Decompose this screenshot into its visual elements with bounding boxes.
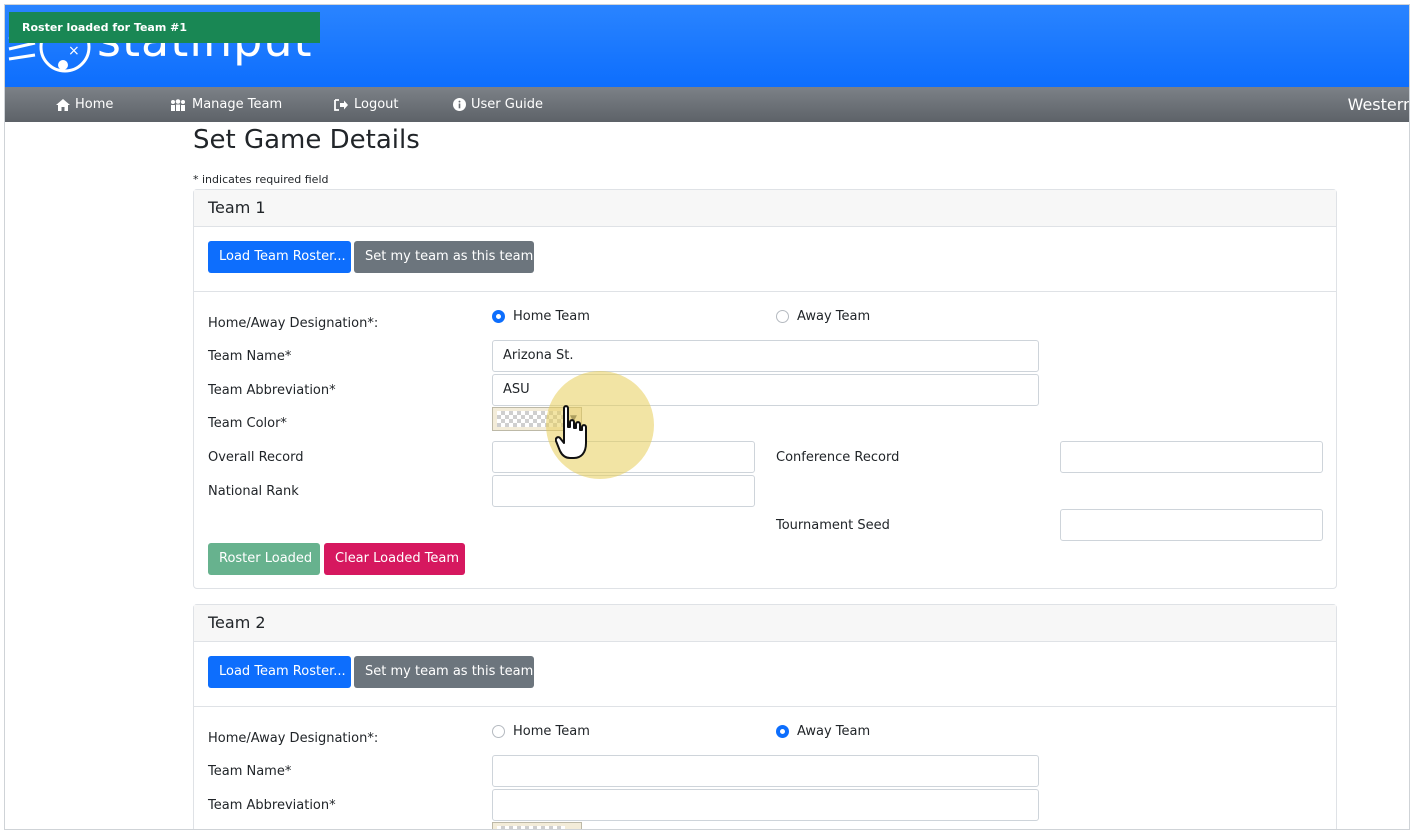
radio-unselected-icon <box>492 725 505 738</box>
team2-abbr-label: Team Abbreviation* <box>208 798 336 813</box>
home-icon <box>56 98 70 111</box>
team1-conference-label: Conference Record <box>776 450 900 465</box>
org-name: Western University <box>1347 95 1410 114</box>
team1-home-away-label: Home/Away Designation*: <box>208 316 379 331</box>
team2-team-name-label: Team Name* <box>208 764 292 779</box>
team1-set-my-team-button[interactable]: Set my team as this team <box>354 241 534 273</box>
team1-header: Team 1 <box>194 190 1336 227</box>
nav-user-guide-label: User Guide <box>471 97 543 112</box>
team1-load-roster-button[interactable]: Load Team Roster... <box>208 241 351 273</box>
clear-loaded-team-button[interactable]: Clear Loaded Team <box>324 543 465 575</box>
team1-seed-input[interactable] <box>1060 509 1323 541</box>
team1-away-radio[interactable]: Away Team <box>776 309 870 324</box>
navbar: Home Manage Team Logout User Guide Weste… <box>5 87 1409 122</box>
team1-team-name-input[interactable]: Arizona St. <box>492 340 1039 372</box>
nav-user-guide[interactable]: User Guide <box>453 87 543 122</box>
radio-unselected-icon <box>776 310 789 323</box>
team1-away-label: Away Team <box>797 309 871 324</box>
page-title: Set Game Details <box>193 125 420 155</box>
svg-text:×: × <box>68 43 80 59</box>
nav-manage-team-label: Manage Team <box>192 97 283 112</box>
hand-cursor-icon <box>555 405 587 459</box>
radio-selected-icon <box>492 310 505 323</box>
team2-team-name-input[interactable] <box>492 755 1039 787</box>
team1-overall-label: Overall Record <box>208 450 304 465</box>
team2-set-my-team-button[interactable]: Set my team as this team <box>354 656 534 688</box>
nav-logout-label: Logout <box>354 97 399 112</box>
team2-load-roster-button[interactable]: Load Team Roster... <box>208 656 351 688</box>
team2-away-label: Away Team <box>797 724 871 739</box>
browser-frame: × × statinput Roster loaded for Team #1 … <box>4 4 1410 830</box>
team2-home-radio[interactable]: Home Team <box>492 724 590 739</box>
toast-notification: Roster loaded for Team #1 <box>9 12 320 43</box>
team1-seed-label: Tournament Seed <box>776 518 890 533</box>
required-note: * indicates required field <box>193 173 329 186</box>
team2-header: Team 2 <box>194 605 1336 642</box>
roster-loaded-button[interactable]: Roster Loaded <box>208 543 320 575</box>
team2-away-radio[interactable]: Away Team <box>776 724 870 739</box>
nav-home-label: Home <box>75 97 114 112</box>
logout-icon <box>334 98 348 111</box>
radio-selected-icon <box>776 725 789 738</box>
team2-home-label: Home Team <box>513 724 590 739</box>
users-icon <box>171 98 185 111</box>
team1-abbr-label: Team Abbreviation* <box>208 383 336 398</box>
nav-manage-team[interactable]: Manage Team <box>169 87 282 122</box>
team1-rank-label: National Rank <box>208 484 299 499</box>
team2-home-away-label: Home/Away Designation*: <box>208 731 379 746</box>
team2-actions: Load Team Roster... Set my team as this … <box>194 642 1336 707</box>
team1-card: Team 1 Load Team Roster... Set my team a… <box>193 189 1337 589</box>
team1-home-label: Home Team <box>513 309 590 324</box>
team1-rank-input[interactable] <box>492 475 755 507</box>
team1-color-label: Team Color* <box>208 416 287 431</box>
nav-home[interactable]: Home <box>56 87 113 122</box>
team2-card: Team 2 Load Team Roster... Set my team a… <box>193 604 1337 829</box>
info-icon <box>453 98 466 111</box>
team1-team-name-label: Team Name* <box>208 349 292 364</box>
team2-abbr-input[interactable] <box>492 789 1039 821</box>
team1-conference-input[interactable] <box>1060 441 1323 473</box>
team2-color-picker[interactable]: ▼ <box>492 822 582 829</box>
nav-logout[interactable]: Logout <box>334 87 399 122</box>
team1-home-radio[interactable]: Home Team <box>492 309 590 324</box>
color-swatch <box>497 826 565 829</box>
team1-actions: Load Team Roster... Set my team as this … <box>194 227 1336 292</box>
